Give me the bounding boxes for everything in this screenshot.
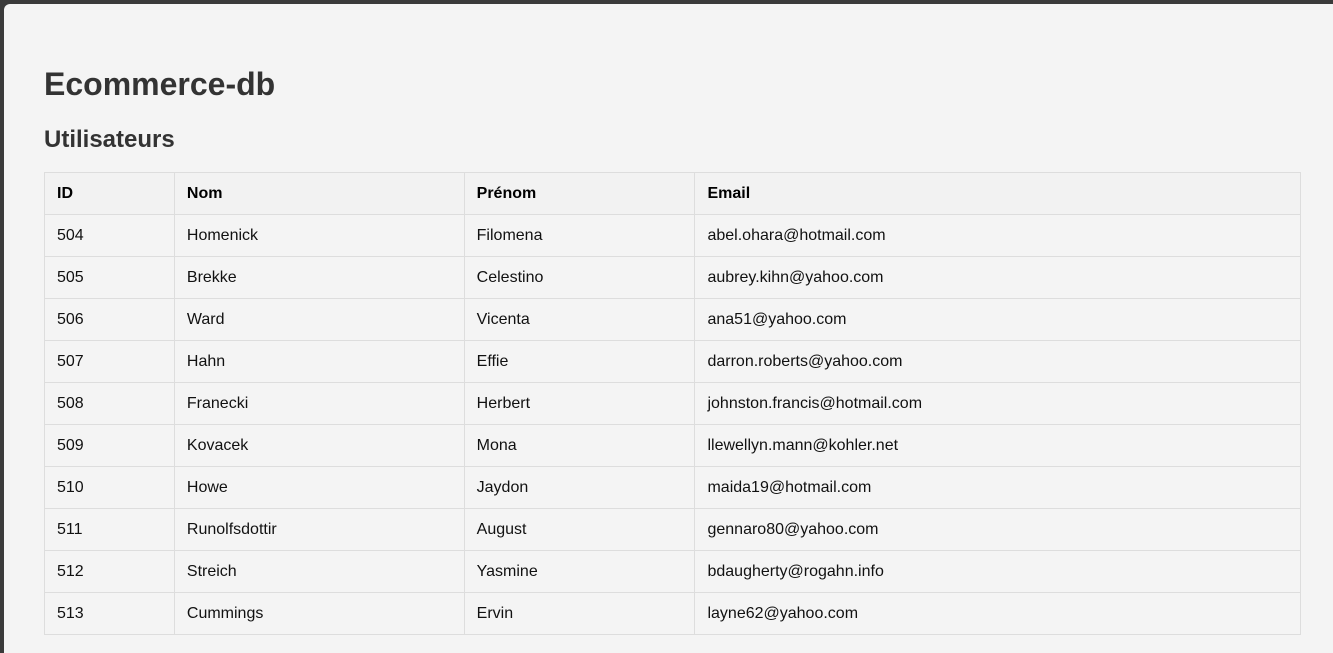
cell-email: abel.ohara@hotmail.com <box>694 214 1301 257</box>
cell-id: 510 <box>44 466 175 509</box>
table-row: 508 Franecki Herbert johnston.francis@ho… <box>44 382 1301 425</box>
cell-prenom: Herbert <box>463 382 696 425</box>
table-row: 510 Howe Jaydon maida19@hotmail.com <box>44 466 1301 509</box>
cell-email: aubrey.kihn@yahoo.com <box>694 256 1301 299</box>
cell-email: gennaro80@yahoo.com <box>694 508 1301 551</box>
cell-nom: Ward <box>173 298 465 341</box>
cell-prenom: Filomena <box>463 214 696 257</box>
cell-prenom: Jaydon <box>463 466 696 509</box>
cell-email: johnston.francis@hotmail.com <box>694 382 1301 425</box>
table-row: 512 Streich Yasmine bdaugherty@rogahn.in… <box>44 550 1301 593</box>
cell-prenom: Effie <box>463 340 696 383</box>
cell-email: layne62@yahoo.com <box>694 592 1301 635</box>
cell-email: bdaugherty@rogahn.info <box>694 550 1301 593</box>
cell-id: 508 <box>44 382 175 425</box>
column-header-email: Email <box>694 172 1301 215</box>
table-row: 509 Kovacek Mona llewellyn.mann@kohler.n… <box>44 424 1301 467</box>
cell-prenom: Celestino <box>463 256 696 299</box>
column-header-id: ID <box>44 172 175 215</box>
cell-nom: Streich <box>173 550 465 593</box>
cell-id: 513 <box>44 592 175 635</box>
cell-email: llewellyn.mann@kohler.net <box>694 424 1301 467</box>
cell-prenom: Yasmine <box>463 550 696 593</box>
table-row: 506 Ward Vicenta ana51@yahoo.com <box>44 298 1301 341</box>
cell-id: 506 <box>44 298 175 341</box>
cell-nom: Howe <box>173 466 465 509</box>
cell-email: maida19@hotmail.com <box>694 466 1301 509</box>
cell-id: 504 <box>44 214 175 257</box>
table-body: 504 Homenick Filomena abel.ohara@hotmail… <box>44 214 1301 635</box>
browser-viewport: Ecommerce-db Utilisateurs ID Nom Prénom … <box>4 4 1333 653</box>
cell-nom: Runolfsdottir <box>173 508 465 551</box>
cell-prenom: Mona <box>463 424 696 467</box>
table-header-row: ID Nom Prénom Email <box>44 172 1301 215</box>
cell-email: darron.roberts@yahoo.com <box>694 340 1301 383</box>
cell-nom: Cummings <box>173 592 465 635</box>
cell-nom: Hahn <box>173 340 465 383</box>
cell-id: 512 <box>44 550 175 593</box>
cell-id: 511 <box>44 508 175 551</box>
page-title: Ecommerce-db <box>44 66 276 102</box>
table-row: 513 Cummings Ervin layne62@yahoo.com <box>44 592 1301 635</box>
cell-id: 505 <box>44 256 175 299</box>
column-header-nom: Nom <box>173 172 465 215</box>
table-row: 504 Homenick Filomena abel.ohara@hotmail… <box>44 214 1301 257</box>
cell-nom: Homenick <box>173 214 465 257</box>
cell-prenom: Ervin <box>463 592 696 635</box>
table-row: 507 Hahn Effie darron.roberts@yahoo.com <box>44 340 1301 383</box>
cell-nom: Franecki <box>173 382 465 425</box>
cell-nom: Kovacek <box>173 424 465 467</box>
cell-id: 509 <box>44 424 175 467</box>
users-table: ID Nom Prénom Email 504 Homenick Filomen… <box>44 172 1301 635</box>
cell-email: ana51@yahoo.com <box>694 298 1301 341</box>
section-title: Utilisateurs <box>44 126 175 153</box>
table-row: 505 Brekke Celestino aubrey.kihn@yahoo.c… <box>44 256 1301 299</box>
cell-prenom: August <box>463 508 696 551</box>
table-row: 511 Runolfsdottir August gennaro80@yahoo… <box>44 508 1301 551</box>
column-header-prenom: Prénom <box>463 172 696 215</box>
cell-id: 507 <box>44 340 175 383</box>
cell-nom: Brekke <box>173 256 465 299</box>
cell-prenom: Vicenta <box>463 298 696 341</box>
